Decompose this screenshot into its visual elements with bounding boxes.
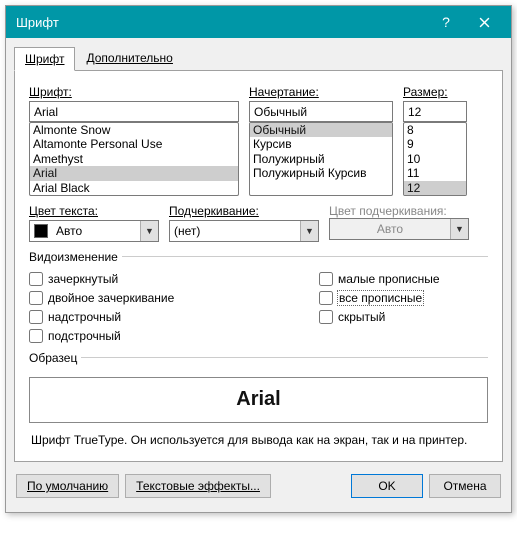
font-label: Шрифт: (29, 85, 239, 99)
color-swatch (34, 224, 48, 238)
size-list[interactable]: 8 9 10 11 12 (403, 122, 467, 196)
list-item[interactable]: Полужирный Курсив (250, 166, 392, 180)
color-combo[interactable]: Авто ▼ (29, 220, 159, 242)
text-effects-button[interactable]: Текстовые эффекты... (125, 474, 271, 498)
list-item[interactable]: Arial (30, 166, 238, 180)
list-item[interactable]: 12 (404, 181, 466, 195)
chevron-down-icon: ▼ (450, 219, 468, 239)
cb-superscript[interactable]: надстрочный (29, 310, 279, 324)
underline-label: Подчеркивание: (169, 204, 319, 218)
help-button[interactable]: ? (427, 6, 465, 38)
size-input[interactable] (403, 101, 467, 122)
list-item[interactable]: Almonte Snow (30, 123, 238, 137)
font-input[interactable] (29, 101, 239, 122)
cb-smallcaps[interactable]: малые прописные (319, 272, 440, 286)
tab-content: Шрифт: Almonte Snow Altamonte Personal U… (14, 70, 503, 462)
preview-text: Arial (236, 388, 280, 411)
tab-font[interactable]: Шрифт (14, 47, 75, 71)
list-item[interactable]: Amethyst (30, 152, 238, 166)
list-item[interactable]: Altamonte Personal Use (30, 137, 238, 151)
color-label: Цвет текста: (29, 204, 159, 218)
style-label: Начертание: (249, 85, 393, 99)
titlebar: Шрифт ? (6, 6, 511, 38)
size-label: Размер: (403, 85, 467, 99)
effects-legend: Видоизменение (29, 250, 122, 264)
window-title: Шрифт (16, 15, 427, 30)
style-input[interactable] (249, 101, 393, 122)
font-dialog: Шрифт ? Шрифт Дополнительно Шрифт: Almon… (5, 5, 512, 513)
truetype-note: Шрифт TrueType. Он используется для выво… (29, 427, 488, 451)
list-item[interactable]: Полужирный (250, 152, 392, 166)
cb-strike[interactable]: зачеркнутый (29, 272, 279, 286)
preview-legend: Образец (29, 351, 81, 365)
ulcolor-label: Цвет подчеркивания: (329, 204, 469, 218)
effects-group: Видоизменение зачеркнутый двойное зачерк… (29, 250, 488, 345)
list-item[interactable]: 11 (404, 166, 466, 180)
list-item[interactable]: Обычный (250, 123, 392, 137)
list-item[interactable]: 10 (404, 152, 466, 166)
cb-subscript[interactable]: подстрочный (29, 329, 279, 343)
cb-allcaps[interactable]: все прописные (319, 291, 440, 305)
close-icon (479, 17, 490, 28)
tabs: Шрифт Дополнительно (6, 38, 511, 70)
list-item[interactable]: 8 (404, 123, 466, 137)
ulcolor-combo: Авто ▼ (329, 218, 469, 240)
font-list[interactable]: Almonte Snow Altamonte Personal Use Amet… (29, 122, 239, 196)
cb-dstrike[interactable]: двойное зачеркивание (29, 291, 279, 305)
list-item[interactable]: Курсив (250, 137, 392, 151)
style-list[interactable]: Обычный Курсив Полужирный Полужирный Кур… (249, 122, 393, 196)
cancel-button[interactable]: Отмена (429, 474, 501, 498)
list-item[interactable]: 9 (404, 137, 466, 151)
close-button[interactable] (465, 6, 503, 38)
cb-hidden[interactable]: скрытый (319, 310, 440, 324)
default-button[interactable]: По умолчанию (16, 474, 119, 498)
tab-advanced[interactable]: Дополнительно (75, 46, 183, 70)
preview-box: Arial (29, 377, 488, 423)
chevron-down-icon: ▼ (300, 221, 318, 241)
underline-combo[interactable]: (нет) ▼ (169, 220, 319, 242)
chevron-down-icon: ▼ (140, 221, 158, 241)
button-bar: По умолчанию Текстовые эффекты... OK Отм… (6, 462, 511, 512)
preview-group: Образец Arial Шрифт TrueType. Он использ… (29, 351, 488, 453)
ok-button[interactable]: OK (351, 474, 423, 498)
list-item[interactable]: Arial Black (30, 181, 238, 195)
